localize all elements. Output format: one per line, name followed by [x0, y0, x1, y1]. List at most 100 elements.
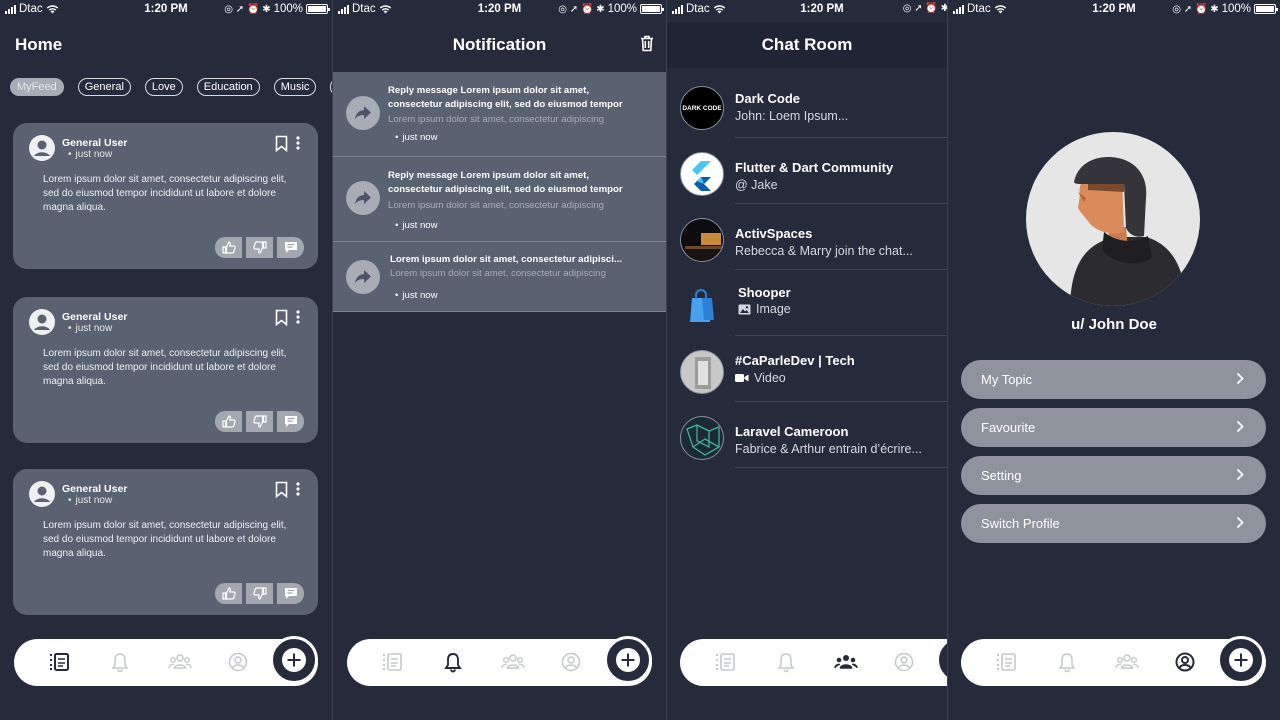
chip-love[interactable]: Love: [144, 78, 183, 96]
menu-label: Favourite: [981, 420, 1036, 435]
notification-item[interactable]: Reply message Lorem ipsum dolor sit amet…: [333, 157, 666, 242]
reply-icon: [346, 260, 380, 294]
add-post-button[interactable]: [1217, 636, 1265, 684]
notification-item[interactable]: Lorem ipsum dolor sit amet, consectetur …: [333, 242, 666, 312]
bell-icon[interactable]: [1057, 652, 1077, 673]
thumbs-down-icon: [252, 241, 267, 254]
dislike-button[interactable]: [246, 411, 273, 432]
chat-message-text: Video: [754, 371, 786, 385]
comment-button[interactable]: [277, 583, 304, 604]
chat-name: Flutter & Dart Community: [735, 160, 894, 175]
add-post-button[interactable]: [270, 636, 318, 684]
bookmark-icon[interactable]: [275, 481, 288, 498]
chat-item[interactable]: Laravel Cameroon Fabrice & Arthur entrai…: [667, 402, 947, 468]
bookmark-icon[interactable]: [275, 135, 288, 152]
chat-item[interactable]: Flutter & Dart Community @ Jake: [667, 138, 947, 204]
comment-icon: [284, 416, 297, 427]
chat-last-message: Video: [735, 371, 786, 385]
battery-label: 100%: [607, 3, 637, 15]
page-title: Home: [15, 35, 63, 54]
bell-icon[interactable]: [110, 652, 130, 673]
chat-last-message: Fabrice & Arthur entrain d’écrire...: [735, 442, 922, 456]
chat-message-text: Image: [756, 302, 791, 316]
notification-time: just now: [395, 290, 437, 301]
feed-icon[interactable]: [48, 652, 70, 672]
setting-button[interactable]: Setting: [961, 456, 1266, 495]
more-options-icon[interactable]: [296, 136, 300, 150]
notification-title: Reply message Lorem ipsum dolor sit amet…: [388, 85, 623, 110]
comment-button[interactable]: [277, 411, 304, 432]
community-icon[interactable]: [168, 652, 192, 672]
chat-item[interactable]: Shooper Image: [667, 270, 947, 336]
post-card[interactable]: General User just now Lorem ipsum dolor …: [13, 469, 318, 615]
chat-item[interactable]: DARK CODE Dark Code John: Loem Ipsum...: [667, 72, 947, 138]
profile-icon[interactable]: [894, 652, 914, 672]
profile-avatar[interactable]: [1026, 132, 1200, 306]
chat-name: Laravel Cameroon: [735, 424, 849, 439]
more-options-icon[interactable]: [296, 310, 300, 324]
notification-subtitle: Lorem ipsum dolor sit amet, consectetur …: [388, 114, 604, 125]
chat-name: Dark Code: [735, 91, 801, 106]
profile-icon[interactable]: [228, 652, 248, 672]
status-icons: ◎ ➚ ⏰ ✱: [902, 3, 947, 14]
chevron-right-icon: [1236, 420, 1244, 433]
favourite-button[interactable]: Favourite: [961, 408, 1266, 447]
chip-education[interactable]: Education: [196, 78, 260, 96]
feed-icon[interactable]: [995, 652, 1017, 672]
post-username: General User: [62, 483, 128, 495]
dislike-button[interactable]: [246, 237, 273, 258]
dislike-button[interactable]: [246, 583, 273, 604]
bookmark-icon[interactable]: [275, 309, 288, 326]
notification-list: Reply message Lorem ipsum dolor sit amet…: [333, 72, 666, 312]
notification-item[interactable]: Reply message Lorem ipsum dolor sit amet…: [333, 72, 666, 157]
chat-message-text: @ Jake: [735, 178, 778, 192]
menu-label: Setting: [981, 468, 1022, 483]
post-card[interactable]: General User just now Lorem ipsum dolor …: [13, 123, 318, 269]
like-button[interactable]: [215, 237, 242, 258]
like-button[interactable]: [215, 411, 242, 432]
chat-item[interactable]: ActivSpaces Rebecca & Marry join the cha…: [667, 204, 947, 270]
post-body: Lorem ipsum dolor sit amet, consectetur …: [43, 174, 287, 213]
add-post-button[interactable]: [604, 636, 652, 684]
chat-item[interactable]: #CaParleDev | Tech Video: [667, 336, 947, 402]
add-post-button[interactable]: [936, 636, 947, 684]
comment-button[interactable]: [277, 237, 304, 258]
chat-name: #CaParleDev | Tech: [735, 353, 855, 368]
like-button[interactable]: [215, 583, 242, 604]
chat-last-message: Image: [738, 302, 791, 316]
status-bar: Dtac 1:20 PM ◎ ➚ ⏰ ✱ 100%: [333, 0, 666, 18]
chat-avatar: [680, 350, 724, 394]
community-icon[interactable]: [834, 652, 858, 672]
status-bar: Dtac 1:20 PM ◎ ➚ ⏰ ✱: [667, 0, 947, 18]
feed-icon[interactable]: [714, 652, 736, 672]
chat-last-message: Rebecca & Marry join the chat...: [735, 244, 913, 258]
chevron-right-icon: [1236, 516, 1244, 529]
bell-icon[interactable]: [776, 652, 796, 673]
switch-profile-button[interactable]: Switch Profile: [961, 504, 1266, 543]
chip-general[interactable]: General: [77, 78, 131, 96]
profile-icon[interactable]: [1175, 652, 1195, 672]
post-card[interactable]: General User just now Lorem ipsum dolor …: [13, 297, 318, 443]
plus-icon: [282, 648, 306, 672]
comment-icon: [284, 588, 297, 599]
chevron-right-icon: [1236, 372, 1244, 385]
post-actions: [215, 583, 304, 604]
profile-username: u/ John Doe: [1071, 316, 1157, 333]
chip-music[interactable]: Music: [273, 78, 317, 96]
more-options-icon[interactable]: [296, 482, 300, 496]
status-bar: Dtac 1:20 PM ◎ ➚ ⏰ ✱ 100%: [0, 0, 332, 18]
my-topic-button[interactable]: My Topic: [961, 360, 1266, 399]
feed-icon[interactable]: [381, 652, 403, 672]
comment-icon: [284, 242, 297, 253]
status-icons: ◎ ➚ ⏰ ✱: [558, 3, 605, 15]
user-avatar-icon: [29, 309, 55, 335]
profile-screen: Dtac 1:20 PM ◎ ➚ ⏰ ✱ 100% u/ John Doe My …: [948, 0, 1280, 720]
profile-icon[interactable]: [561, 652, 581, 672]
community-icon[interactable]: [501, 652, 525, 672]
chip-myfeed[interactable]: MyFeed: [10, 78, 64, 96]
community-icon[interactable]: [1115, 652, 1139, 672]
thumbs-down-icon: [252, 415, 267, 428]
bell-icon[interactable]: [443, 652, 463, 673]
chevron-right-icon: [1236, 468, 1244, 481]
trash-icon[interactable]: [640, 35, 654, 52]
